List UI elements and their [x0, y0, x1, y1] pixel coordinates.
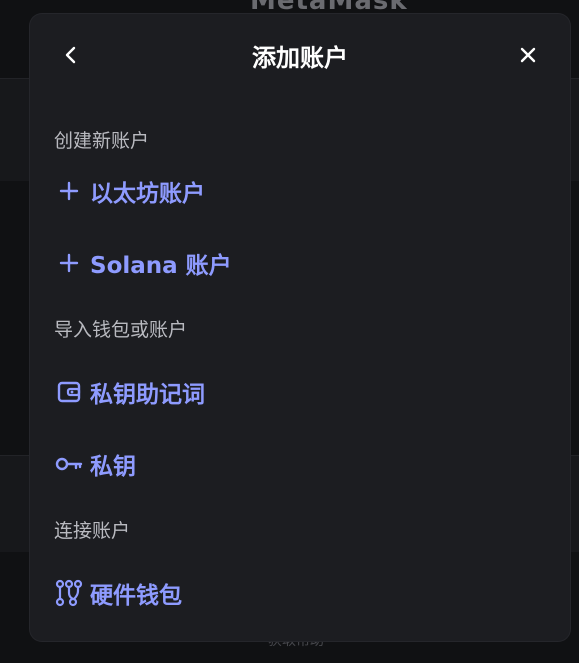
import-private-key-label: 私钥: [90, 454, 136, 480]
close-button[interactable]: [513, 40, 543, 70]
connect-hardware-wallet-button[interactable]: 硬件钱包: [54, 573, 182, 613]
add-account-modal: 添加账户 创建新账户 以太坊账户 Solana 账户 导入钱包或账户 私钥助记词…: [30, 14, 570, 641]
plus-icon: [54, 176, 84, 206]
hardware-wallet-icon: [54, 578, 84, 608]
add-solana-account-button[interactable]: Solana 账户: [54, 243, 232, 283]
plus-icon: [54, 248, 84, 278]
add-ethereum-account-label: 以太坊账户: [90, 181, 205, 207]
import-private-key-button[interactable]: 私钥: [54, 444, 136, 484]
close-icon: [520, 47, 536, 63]
section-label-create: 创建新账户: [54, 130, 150, 152]
key-icon: [54, 449, 84, 479]
section-label-import: 导入钱包或账户: [54, 319, 188, 341]
import-srp-button[interactable]: 私钥助记词: [54, 372, 205, 412]
modal-title: 添加账户: [252, 44, 348, 72]
wallet-icon: [54, 377, 84, 407]
add-ethereum-account-button[interactable]: 以太坊账户: [54, 171, 205, 211]
import-srp-label: 私钥助记词: [90, 382, 205, 408]
modal-header: 添加账户: [30, 14, 570, 96]
connect-hardware-wallet-label: 硬件钱包: [90, 583, 182, 609]
add-solana-account-label: Solana 账户: [90, 253, 232, 279]
section-label-connect: 连接账户: [54, 520, 131, 542]
